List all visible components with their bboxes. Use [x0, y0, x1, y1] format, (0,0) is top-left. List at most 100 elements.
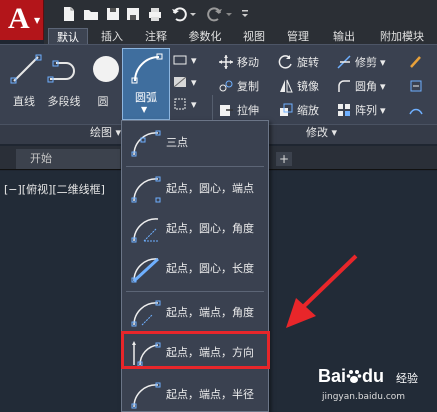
polyline-label: 多段线 — [47, 95, 81, 108]
scale-icon — [280, 103, 293, 116]
move-label: 移动 — [237, 56, 259, 69]
explode-tool[interactable] — [408, 77, 427, 95]
rectangle-tool[interactable]: ▾ — [172, 51, 197, 69]
menu-item-start-center-angle[interactable]: 起点，圆心，角度 — [126, 209, 264, 249]
save-as-icon[interactable] — [124, 5, 142, 23]
new-tab-plus-icon[interactable]: + — [276, 152, 292, 166]
fillet-icon — [338, 80, 350, 92]
trim-icon — [337, 55, 351, 69]
paw-icon — [346, 370, 362, 383]
menu-item-label: 起点，圆心，端点 — [166, 182, 254, 195]
hatch-tool[interactable]: ▾ — [172, 73, 197, 91]
application-menu-button[interactable]: A ▼ — [0, 0, 44, 40]
chevron-down-icon: ▼ — [34, 16, 41, 25]
draw-panel-title[interactable]: 绘图 ▾ — [90, 124, 121, 142]
copy-tool[interactable]: 复制 — [218, 77, 259, 95]
arc-start-end-radius-icon — [131, 382, 161, 409]
move-icon — [219, 55, 233, 69]
stretch-icon — [220, 105, 233, 116]
menu-divider — [126, 166, 264, 167]
circle-label: 圆 — [97, 95, 109, 108]
stretch-label: 拉伸 — [237, 104, 259, 117]
hatch-dropdown-icon: ▾ — [191, 75, 197, 89]
arc-button[interactable]: 圆弧 ▼ — [122, 48, 170, 120]
watermark-brand-text: Bai — [318, 366, 347, 386]
watermark-suffix: 经验 — [396, 372, 418, 385]
selection-highlight-box — [121, 331, 270, 369]
copy-label: 复制 — [237, 80, 259, 93]
customize-quick-access-icon[interactable] — [240, 5, 250, 23]
erase-tool[interactable] — [408, 53, 427, 71]
menu-item-label: 起点，端点，角度 — [166, 306, 254, 319]
fillet-dropdown-icon: ▾ — [380, 79, 386, 93]
menu-item-label: 三点 — [166, 136, 188, 149]
menu-item-label: 起点，圆心，长度 — [166, 262, 254, 275]
line-label: 直线 — [13, 95, 35, 108]
rotate-label: 旋转 — [297, 56, 319, 69]
arc-start-center-angle-icon — [131, 218, 159, 243]
trim-dropdown-icon: ▾ — [380, 55, 386, 69]
print-icon[interactable] — [146, 5, 164, 23]
fillet-tool[interactable]: 圆角 ▾ — [336, 77, 386, 95]
menu-item-label: 起点，圆心，角度 — [166, 222, 254, 235]
trim-label: 修剪 — [355, 56, 377, 69]
menu-item-start-end-radius[interactable]: 起点，端点，半径 — [126, 375, 264, 412]
mirror-icon — [280, 79, 293, 93]
stretch-tool[interactable]: 拉伸 — [218, 101, 259, 119]
boundary-icon — [174, 98, 186, 110]
menu-divider — [126, 291, 264, 292]
menu-item-start-center-length[interactable]: 起点，圆心，长度 — [126, 249, 264, 289]
trim-tool[interactable]: 修剪 ▾ — [336, 53, 386, 71]
arc-three-point-icon — [131, 130, 161, 157]
save-icon[interactable] — [104, 5, 122, 23]
boundary-tool[interactable]: ▾ — [172, 95, 197, 113]
open-folder-icon[interactable] — [82, 5, 100, 23]
rotate-icon — [278, 55, 292, 69]
menu-item-three-point[interactable]: 三点 — [126, 123, 264, 163]
rotate-tool[interactable]: 旋转 — [278, 53, 319, 71]
undo-dropdown-icon[interactable] — [188, 5, 198, 23]
mirror-tool[interactable]: 镜像 — [278, 77, 319, 95]
circle-button[interactable]: 圆 — [86, 49, 120, 109]
start-tab[interactable]: 开始 — [16, 149, 120, 169]
viewport-controls[interactable]: [−][俯视][二维线框] — [4, 181, 105, 197]
array-tool[interactable]: 阵列 ▾ — [336, 101, 386, 119]
arc-start-center-length-icon — [131, 257, 160, 283]
fillet-label: 圆角 — [355, 80, 377, 93]
arc-start-end-angle-icon — [131, 300, 161, 327]
copy-icon — [219, 80, 233, 92]
modify-panel-title[interactable]: 修改 ▾ — [306, 124, 337, 142]
line-button[interactable]: 直线 — [6, 49, 42, 109]
menu-item-start-center-end[interactable]: 起点，圆心，端点 — [126, 169, 264, 209]
polyline-button[interactable]: 多段线 — [42, 49, 86, 109]
offset-icon — [409, 108, 423, 115]
circle-icon — [93, 56, 119, 82]
boundary-dropdown-icon: ▾ — [191, 97, 197, 111]
offset-tool[interactable] — [408, 101, 427, 119]
new-file-icon[interactable] — [60, 5, 78, 23]
move-tool[interactable]: 移动 — [218, 53, 259, 71]
menu-item-label: 起点，端点，半径 — [166, 388, 254, 401]
scale-label: 缩放 — [297, 104, 319, 117]
explode-icon — [410, 80, 422, 92]
array-label: 阵列 — [355, 104, 377, 117]
undo-icon[interactable] — [170, 5, 188, 23]
arc-icon — [131, 53, 163, 84]
chevron-down-icon: ▼ — [141, 105, 148, 114]
watermark-url: jingyan.baidu.com — [322, 392, 406, 402]
autocad-logo-icon: A — [8, 2, 30, 35]
rectangle-icon — [173, 55, 187, 65]
watermark-brand-text-2: du — [362, 366, 385, 386]
rectangle-dropdown-icon: ▾ — [191, 53, 197, 67]
mirror-label: 镜像 — [297, 80, 319, 93]
baidu-watermark: Bai du 经验 jingyan.baidu.com — [318, 366, 434, 410]
brush-icon — [410, 56, 421, 68]
red-pointer-arrow-icon — [286, 254, 358, 328]
redo-dropdown-icon[interactable] — [224, 5, 234, 23]
arc-label: 圆弧 — [135, 91, 157, 104]
arc-start-center-end-icon — [131, 176, 161, 203]
redo-icon[interactable] — [206, 5, 224, 23]
menu-item-start-end-angle[interactable]: 起点，端点，角度 — [126, 293, 264, 333]
polyline-icon — [47, 60, 75, 83]
scale-tool[interactable]: 缩放 — [278, 101, 319, 119]
